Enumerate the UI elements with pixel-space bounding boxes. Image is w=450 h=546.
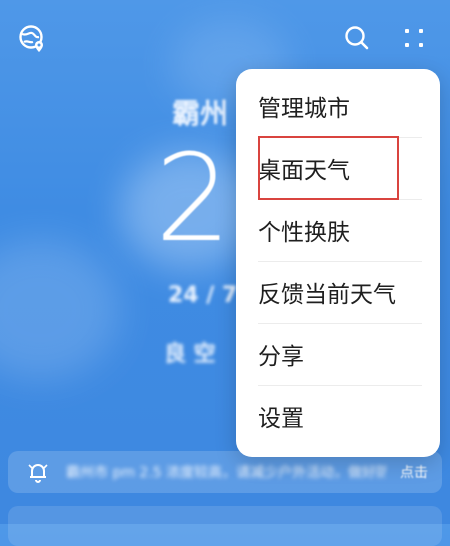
menu-item-share[interactable]: 分享 xyxy=(258,323,422,386)
more-grid-icon[interactable] xyxy=(400,24,428,52)
globe-location-icon[interactable] xyxy=(18,24,48,54)
highlight-annotation-box xyxy=(258,136,399,200)
city-name: 霸州 xyxy=(172,97,229,130)
bell-icon xyxy=(26,460,50,484)
notice-action-link[interactable]: 点击 xyxy=(400,462,428,482)
menu-item-feedback-weather[interactable]: 反馈当前天气 xyxy=(258,261,422,324)
search-icon[interactable] xyxy=(343,24,371,52)
temperature-range: 24 / 7 xyxy=(168,283,238,308)
air-quality: 良 空 xyxy=(164,342,216,367)
notice-text: 霸州市 pm 2.5 浓度较高，请减少户外活动，做好防护！ xyxy=(66,465,386,481)
menu-item-manage-cities[interactable]: 管理城市 xyxy=(258,75,422,138)
bottom-card xyxy=(8,506,442,546)
menu-item-personal-skin[interactable]: 个性换肤 xyxy=(258,199,422,262)
overflow-menu: 管理城市 桌面天气 个性换肤 反馈当前天气 分享 设置 xyxy=(236,69,440,457)
notice-bar[interactable]: 霸州市 pm 2.5 浓度较高，请减少户外活动，做好防护！ 点击 xyxy=(8,451,442,493)
menu-item-settings[interactable]: 设置 xyxy=(258,385,422,447)
